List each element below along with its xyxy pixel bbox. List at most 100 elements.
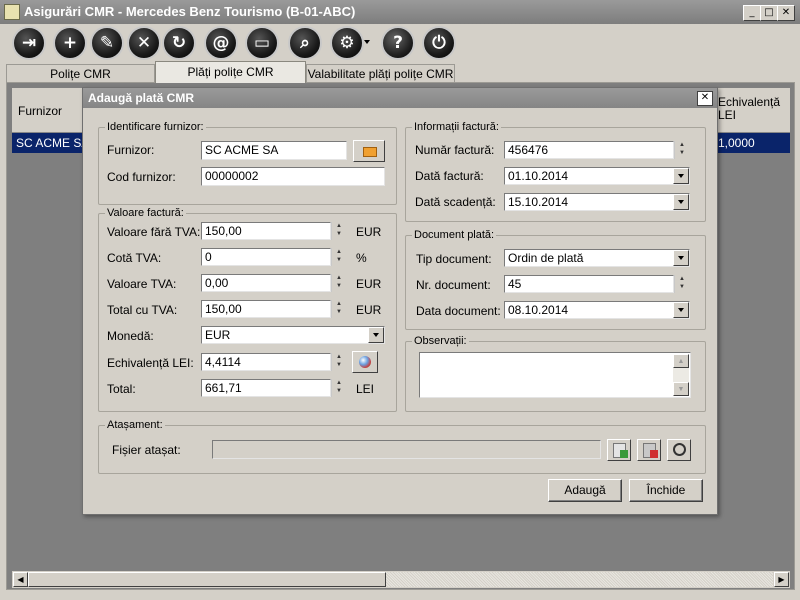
nr-document-label: Nr. document: bbox=[416, 278, 491, 292]
window-title: Asigurări CMR - Mercedes Benz Tourismo (… bbox=[24, 4, 356, 19]
invoice-info-legend: Informații factură: bbox=[414, 121, 499, 133]
cota-tva-field[interactable]: 0 bbox=[201, 248, 331, 266]
data-factura-dropdown-icon[interactable] bbox=[673, 168, 689, 184]
exit-button[interactable]: ⇥ bbox=[12, 26, 46, 60]
cota-tva-unit: % bbox=[356, 251, 367, 265]
moneda-label: Monedă: bbox=[107, 329, 154, 343]
add-payment-dialog: Adaugă plată CMR ✕ Identificare furnizor… bbox=[82, 87, 718, 515]
furnizor-lookup-button[interactable] bbox=[353, 140, 385, 162]
notes-legend: Observații: bbox=[414, 335, 467, 347]
cell-furnizor: SC ACME SA bbox=[16, 136, 90, 150]
settings-button[interactable]: ⚙ bbox=[330, 26, 364, 60]
furnizor-field[interactable]: SC ACME SA bbox=[201, 141, 347, 160]
remove-file-button[interactable] bbox=[637, 439, 661, 461]
total-cu-tva-field[interactable]: 150,00 bbox=[201, 300, 331, 318]
dialog-close-icon[interactable]: ✕ bbox=[697, 91, 713, 106]
valoare-fara-tva-stepper[interactable]: ▲ ▼ bbox=[331, 222, 346, 240]
total-stepper[interactable]: ▲ ▼ bbox=[331, 379, 346, 397]
notes-scroll-down-icon[interactable]: ▼ bbox=[673, 382, 689, 396]
cod-furnizor-field[interactable]: 00000002 bbox=[201, 167, 385, 186]
delete-icon: ✕ bbox=[136, 33, 152, 53]
power-button[interactable]: ⏻ bbox=[422, 26, 456, 60]
add-icon: + bbox=[62, 33, 78, 53]
tip-document-label: Tip document: bbox=[416, 252, 492, 266]
horizontal-scrollbar[interactable]: ◀ ▶ bbox=[12, 571, 790, 588]
search-button[interactable]: ⌕ bbox=[288, 26, 322, 60]
help-button[interactable]: ? bbox=[381, 26, 415, 60]
total-cu-tva-unit: EUR bbox=[356, 303, 382, 317]
valoare-tva-field[interactable]: 0,00 bbox=[201, 274, 331, 292]
view-file-button[interactable] bbox=[667, 439, 691, 461]
moneda-dropdown-icon[interactable] bbox=[368, 327, 384, 343]
minimize-button[interactable]: _ bbox=[743, 5, 761, 21]
print-icon: ▭ bbox=[253, 33, 271, 53]
maximize-button[interactable]: □ bbox=[760, 5, 778, 21]
cota-tva-label: Cotă TVA: bbox=[107, 251, 162, 265]
data-scadenta-field[interactable]: 15.10.2014 bbox=[504, 193, 690, 211]
cota-tva-stepper[interactable]: ▲ ▼ bbox=[331, 248, 346, 266]
tab-plati-polite-cmr[interactable]: Plăți polițe CMR bbox=[155, 61, 306, 83]
echivalenta-lei-label: Echivalență LEI: bbox=[107, 356, 194, 370]
data-document-label: Data document: bbox=[416, 304, 501, 318]
numar-factura-stepper[interactable]: ▲ ▼ bbox=[674, 141, 689, 159]
app-icon bbox=[4, 4, 20, 20]
dialog-title: Adaugă plată CMR bbox=[88, 91, 195, 105]
furnizor-label: Furnizor: bbox=[107, 143, 155, 157]
notes-scroll-up-icon[interactable]: ▲ bbox=[673, 354, 689, 368]
scroll-track[interactable] bbox=[386, 572, 773, 587]
data-document-field[interactable]: 08.10.2014 bbox=[504, 301, 690, 319]
supplier-group-legend: Identificare furnizor: bbox=[107, 121, 204, 133]
add-payment-button[interactable]: Adaugă bbox=[548, 479, 622, 502]
total-cu-tva-stepper[interactable]: ▲ ▼ bbox=[331, 300, 346, 318]
dialog-titlebar: Adaugă plată CMR ✕ bbox=[83, 88, 717, 108]
valoare-fara-tva-field[interactable]: 150,00 bbox=[201, 222, 331, 240]
cell-echivalenta: 1,0000 bbox=[718, 136, 755, 150]
data-scadenta-label: Dată scadență: bbox=[415, 195, 496, 209]
tip-document-select[interactable]: Ordin de plată bbox=[504, 249, 690, 267]
fisier-atasat-field[interactable] bbox=[212, 440, 601, 459]
power-icon: ⏻ bbox=[432, 33, 446, 53]
refresh-button[interactable]: ↻ bbox=[162, 26, 196, 60]
column-header-furnizor[interactable]: Furnizor bbox=[18, 104, 62, 118]
numar-factura-label: Număr factură: bbox=[415, 143, 495, 157]
scroll-left-icon[interactable]: ◀ bbox=[13, 572, 28, 587]
add-file-plus-icon bbox=[620, 450, 628, 458]
tab-polite-cmr[interactable]: Polițe CMR bbox=[6, 64, 155, 82]
edit-icon: ✎ bbox=[99, 33, 115, 53]
invoice-value-legend: Valoare factură: bbox=[107, 207, 184, 219]
email-button[interactable]: @ bbox=[204, 26, 238, 60]
echivalenta-lei-stepper[interactable]: ▲ ▼ bbox=[331, 353, 346, 371]
close-dialog-button[interactable]: Închide bbox=[629, 479, 703, 502]
window-titlebar: Asigurări CMR - Mercedes Benz Tourismo (… bbox=[0, 0, 800, 24]
echivalenta-lei-field[interactable]: 4,4114 bbox=[201, 353, 331, 371]
column-header-echivalenta[interactable]: Echivalență LEI bbox=[718, 96, 784, 122]
tip-document-dropdown-icon[interactable] bbox=[673, 250, 689, 266]
settings-icon: ⚙ bbox=[339, 33, 355, 53]
valoare-fara-tva-unit: EUR bbox=[356, 225, 382, 239]
data-document-dropdown-icon[interactable] bbox=[673, 302, 689, 318]
valoare-tva-stepper[interactable]: ▲ ▼ bbox=[331, 274, 346, 292]
settings-dropdown-arrow-icon[interactable] bbox=[364, 40, 370, 44]
scroll-thumb[interactable] bbox=[28, 572, 386, 587]
notes-textarea[interactable] bbox=[419, 352, 691, 398]
main-window: Asigurări CMR - Mercedes Benz Tourismo (… bbox=[0, 0, 800, 600]
add-button[interactable]: + bbox=[53, 26, 87, 60]
print-button[interactable]: ▭ bbox=[245, 26, 279, 60]
numar-factura-field[interactable]: 456476 bbox=[504, 141, 674, 159]
attach-file-button[interactable] bbox=[607, 439, 631, 461]
magnifier-icon bbox=[673, 443, 686, 456]
tab-valabilitate-plati[interactable]: Valabilitate plăți polițe CMR bbox=[306, 64, 455, 82]
edit-button[interactable]: ✎ bbox=[90, 26, 124, 60]
moneda-select[interactable]: EUR bbox=[201, 326, 385, 344]
data-factura-field[interactable]: 01.10.2014 bbox=[504, 167, 690, 185]
notes-scrollbar[interactable]: ▲ ▼ bbox=[673, 354, 689, 396]
window-close-button[interactable]: ✕ bbox=[777, 5, 795, 21]
delete-button[interactable]: ✕ bbox=[127, 26, 161, 60]
nr-document-stepper[interactable]: ▲ ▼ bbox=[674, 275, 689, 293]
exchange-rate-button[interactable] bbox=[352, 351, 378, 373]
data-scadenta-dropdown-icon[interactable] bbox=[673, 194, 689, 210]
total-field[interactable]: 661,71 bbox=[201, 379, 331, 397]
scroll-right-icon[interactable]: ▶ bbox=[774, 572, 789, 587]
nr-document-field[interactable]: 45 bbox=[504, 275, 674, 293]
attachment-legend: Atașament: bbox=[107, 419, 163, 431]
